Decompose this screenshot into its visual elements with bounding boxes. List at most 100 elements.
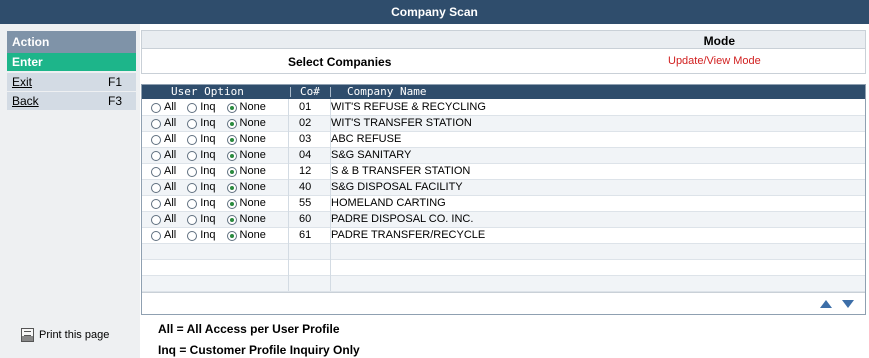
exit-label: Exit (12, 75, 33, 89)
mode-header: Mode (703, 34, 735, 48)
option-all-radio[interactable]: All (151, 164, 176, 179)
exit-button[interactable]: Exit F1 (7, 73, 136, 91)
radio-label: None (239, 197, 266, 209)
radio-label: All (164, 165, 177, 177)
option-none-radio[interactable]: None (226, 180, 266, 195)
option-all-radio[interactable]: All (151, 148, 176, 163)
option-all-radio[interactable]: All (151, 100, 176, 115)
company-name: WIT'S REFUSE & RECYCLING (331, 101, 486, 113)
option-none-radio[interactable]: None (226, 196, 266, 211)
table-row: All Inq None 61 PADRE TRANSFER/RECYCLE (142, 228, 865, 244)
radio-label: None (239, 229, 266, 241)
option-inq-radio[interactable]: Inq (187, 180, 216, 195)
company-name: PADRE DISPOSAL CO. INC. (331, 213, 474, 225)
radio-label: All (164, 101, 177, 113)
company-grid: User Option Co# Company Name All Inq None 0… (141, 84, 866, 315)
col-company-name: Company Name (347, 85, 427, 98)
table-row (142, 276, 865, 292)
table-row (142, 244, 865, 260)
user-option-group: All Inq None (151, 196, 277, 211)
action-panel: Action Enter Exit F1 Back F3 Print this … (0, 24, 140, 358)
select-companies-label: Select Companies (288, 55, 392, 69)
radio-label: Inq (200, 101, 216, 113)
table-row: All Inq None 55 HOMELAND CARTING (142, 196, 865, 212)
company-number: 12 (299, 165, 312, 177)
company-number: 02 (299, 117, 312, 129)
option-inq-radio[interactable]: Inq (187, 228, 216, 243)
option-all-radio[interactable]: All (151, 116, 176, 131)
option-inq-radio[interactable]: Inq (187, 164, 216, 179)
col-co-number: Co# (300, 85, 320, 98)
radio-circle-icon (226, 198, 237, 209)
table-row: All Inq None 12 S & B TRANSFER STATION (142, 164, 865, 180)
table-row: All Inq None 04 S&G SANITARY (142, 148, 865, 164)
company-number: 55 (299, 197, 312, 209)
company-number: 40 (299, 181, 312, 193)
radio-circle-icon (187, 134, 198, 145)
mode-header-strip: Mode (142, 31, 865, 49)
table-row: All Inq None 60 PADRE DISPOSAL CO. INC. (142, 212, 865, 228)
company-name: S&G SANITARY (331, 149, 412, 161)
option-all-radio[interactable]: All (151, 228, 176, 243)
scroll-down-icon[interactable] (842, 300, 854, 308)
header-divider (290, 87, 291, 97)
option-none-radio[interactable]: None (226, 100, 266, 115)
option-none-radio[interactable]: None (226, 116, 266, 131)
radio-label: All (164, 197, 177, 209)
action-header: Action (7, 31, 136, 53)
radio-label: None (239, 181, 266, 193)
table-row (142, 260, 865, 276)
header-divider (330, 87, 331, 97)
legend-all: All = All Access per User Profile (158, 322, 340, 336)
radio-circle-icon (226, 214, 237, 225)
option-none-radio[interactable]: None (226, 228, 266, 243)
radio-circle-icon (151, 150, 161, 161)
radio-circle-icon (151, 166, 161, 177)
printer-icon (21, 328, 34, 343)
user-option-group: All Inq None (151, 228, 277, 243)
scroll-up-icon[interactable] (820, 300, 832, 308)
back-key: F3 (107, 94, 122, 108)
company-name: PADRE TRANSFER/RECYCLE (331, 229, 486, 241)
print-page-link[interactable]: Print this page (21, 326, 109, 344)
back-button[interactable]: Back F3 (7, 92, 136, 110)
radio-label: None (239, 149, 266, 161)
option-all-radio[interactable]: All (151, 196, 176, 211)
radio-circle-icon (226, 150, 237, 161)
radio-circle-icon (151, 134, 161, 145)
option-all-radio[interactable]: All (151, 132, 176, 147)
option-inq-radio[interactable]: Inq (187, 100, 216, 115)
enter-button[interactable]: Enter (7, 53, 136, 71)
user-option-group: All Inq None (151, 180, 277, 195)
option-all-radio[interactable]: All (151, 212, 176, 227)
radio-circle-icon (187, 214, 198, 225)
table-row: All Inq None 40 S&G DISPOSAL FACILITY (142, 180, 865, 196)
mode-panel: Mode (141, 30, 866, 74)
option-none-radio[interactable]: None (226, 148, 266, 163)
radio-circle-icon (226, 230, 237, 241)
company-name: S & B TRANSFER STATION (331, 165, 471, 177)
radio-label: None (239, 213, 266, 225)
radio-label: All (164, 133, 177, 145)
option-inq-radio[interactable]: Inq (187, 116, 216, 131)
option-inq-radio[interactable]: Inq (187, 148, 216, 163)
radio-circle-icon (226, 102, 237, 113)
user-option-group: All Inq None (151, 164, 277, 179)
radio-circle-icon (151, 102, 161, 113)
option-none-radio[interactable]: None (226, 212, 266, 227)
radio-circle-icon (226, 182, 237, 193)
option-inq-radio[interactable]: Inq (187, 196, 216, 211)
option-none-radio[interactable]: None (226, 164, 266, 179)
user-option-group: All Inq None (151, 148, 277, 163)
radio-circle-icon (151, 118, 161, 129)
radio-label: Inq (200, 149, 216, 161)
table-row: All Inq None 02 WIT'S TRANSFER STATION (142, 116, 865, 132)
option-inq-radio[interactable]: Inq (187, 212, 216, 227)
radio-circle-icon (187, 166, 198, 177)
radio-circle-icon (226, 118, 237, 129)
option-inq-radio[interactable]: Inq (187, 132, 216, 147)
option-all-radio[interactable]: All (151, 180, 176, 195)
option-none-radio[interactable]: None (226, 132, 266, 147)
radio-label: All (164, 117, 177, 129)
column-divider (330, 99, 331, 291)
